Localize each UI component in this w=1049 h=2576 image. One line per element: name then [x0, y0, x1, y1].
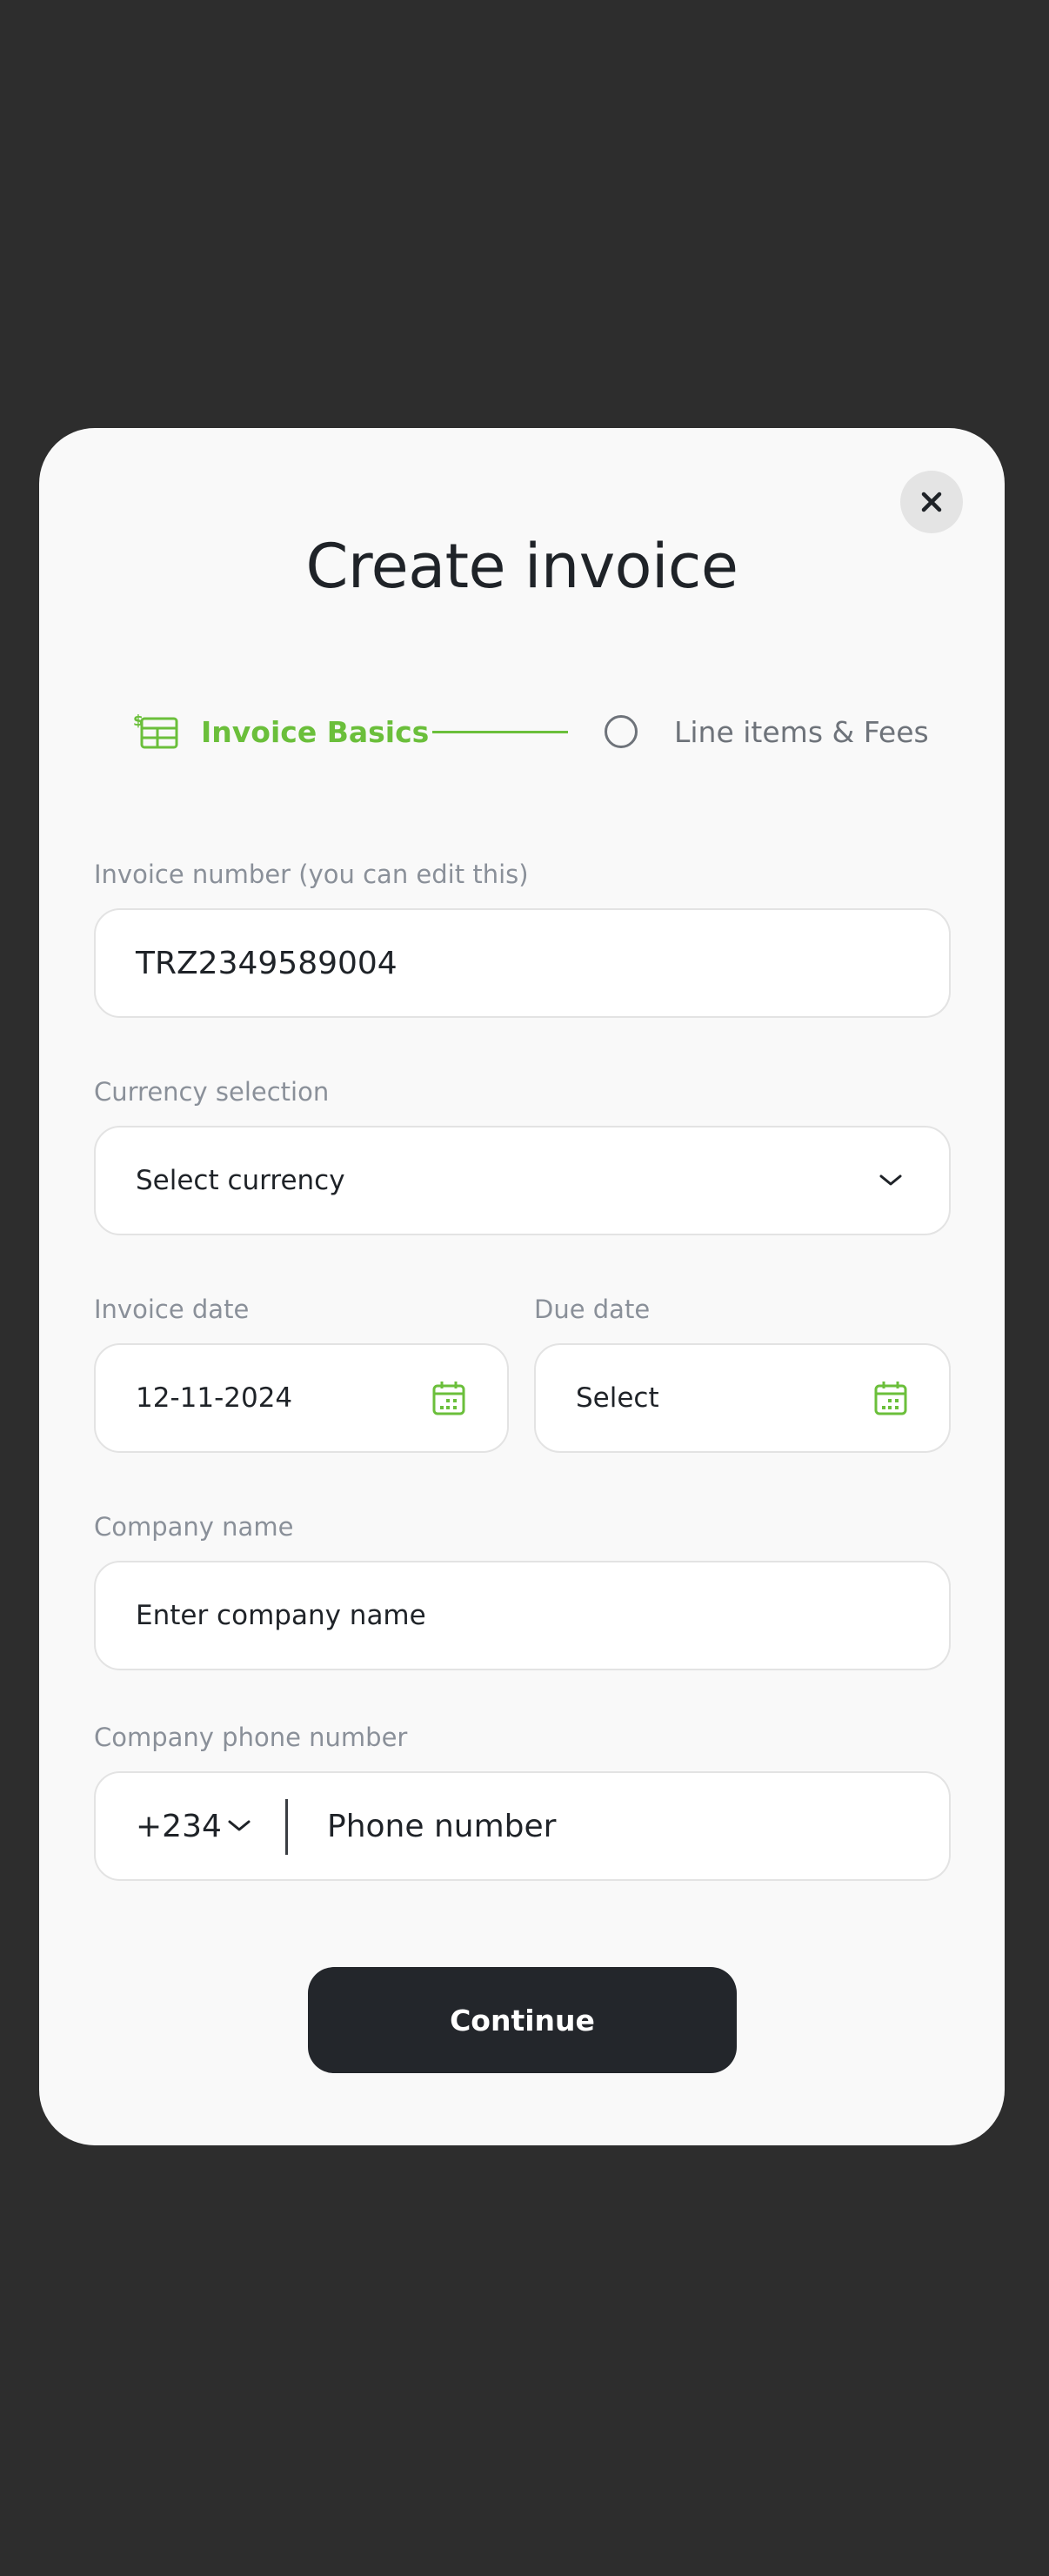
close-icon: [921, 492, 942, 512]
modal-title: Create invoice: [305, 531, 738, 602]
company-phone-label: Company phone number: [94, 1723, 408, 1752]
country-code-select[interactable]: +234: [136, 1809, 222, 1844]
step-line-items-fees[interactable]: Line items & Fees: [674, 715, 929, 749]
invoice-number-value: TRZ2349589004: [136, 945, 398, 981]
invoice-date-input[interactable]: 12-11-2024: [94, 1343, 509, 1453]
calendar-icon: [432, 1382, 465, 1415]
step-connector: [432, 731, 568, 733]
currency-label: Currency selection: [94, 1077, 330, 1107]
invoice-number-input[interactable]: TRZ2349589004: [94, 908, 951, 1018]
due-date-label: Due date: [534, 1295, 651, 1324]
invoice-number-label: Invoice number (you can edit this): [94, 860, 529, 889]
invoice-date-value: 12-11-2024: [136, 1382, 293, 1414]
phone-number-input[interactable]: Phone number: [327, 1809, 556, 1844]
calendar-icon: [874, 1382, 907, 1415]
continue-button[interactable]: Continue: [308, 1967, 737, 2073]
currency-select[interactable]: Select currency: [94, 1126, 951, 1235]
create-invoice-modal: Create invoice $ Invoice Basics Line ite…: [39, 428, 1005, 2145]
invoice-icon: $: [133, 713, 178, 749]
company-phone-field: +234 Phone number: [94, 1771, 951, 1881]
phone-divider: [285, 1799, 288, 1855]
due-date-value: Select: [576, 1382, 659, 1414]
chevron-down-icon[interactable]: [228, 1820, 251, 1832]
stepper: $ Invoice Basics Line items & Fees: [39, 712, 1005, 764]
close-button[interactable]: [900, 471, 963, 533]
invoice-date-label: Invoice date: [94, 1295, 250, 1324]
step-invoice-basics[interactable]: Invoice Basics: [201, 715, 429, 749]
step2-indicator: [605, 715, 638, 748]
currency-value: Select currency: [136, 1165, 345, 1196]
due-date-input[interactable]: Select: [534, 1343, 951, 1453]
svg-text:$: $: [133, 713, 144, 730]
chevron-down-icon: [879, 1174, 902, 1186]
company-name-placeholder: Enter company name: [136, 1600, 426, 1631]
company-name-input[interactable]: Enter company name: [94, 1561, 951, 1670]
company-name-label: Company name: [94, 1512, 294, 1542]
